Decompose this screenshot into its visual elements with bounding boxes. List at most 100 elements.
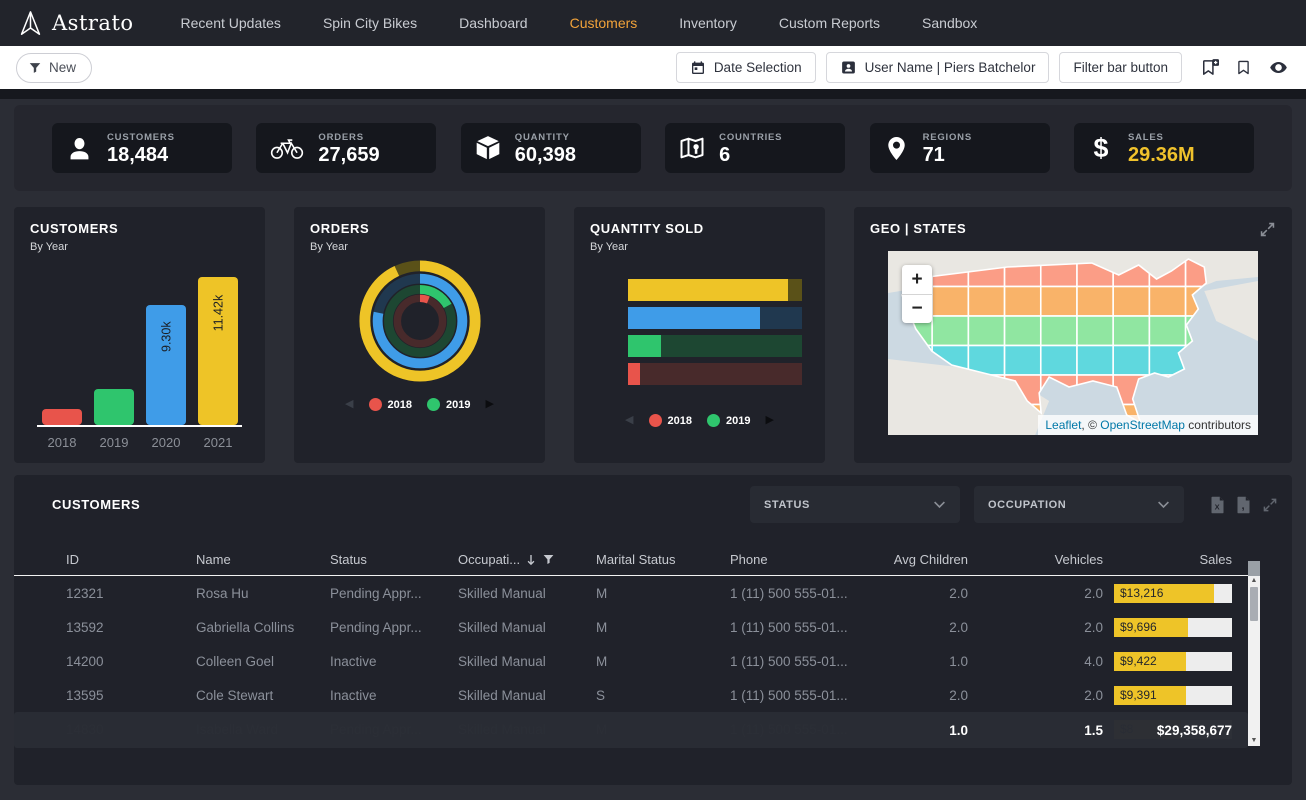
sales-value: $9,391	[1120, 686, 1157, 705]
totals-avg-children: 1.0	[860, 723, 968, 738]
legend-item-2019[interactable]: 2019	[427, 398, 470, 411]
column-header-id[interactable]: ID	[66, 552, 196, 567]
nav-item-inventory[interactable]: Inventory	[658, 0, 758, 46]
nav-item-spin-city-bikes[interactable]: Spin City Bikes	[302, 0, 438, 46]
cell-status: Inactive	[330, 654, 458, 669]
nav-item-customers[interactable]: Customers	[549, 0, 659, 46]
column-header-maritalstatus[interactable]: Marital Status	[596, 552, 730, 567]
column-header-status[interactable]: Status	[330, 552, 458, 567]
kpi-value: 18,484	[107, 145, 175, 165]
export-excel-icon[interactable]: X	[1210, 496, 1225, 514]
bar-2018[interactable]	[42, 409, 82, 425]
scrollbar-top-segment[interactable]	[1248, 561, 1260, 576]
x-axis-tick: 2021	[204, 435, 233, 450]
column-header-avgchildren[interactable]: Avg Children	[860, 552, 968, 567]
sales-value: $9,422	[1120, 652, 1157, 671]
bar-2019[interactable]	[94, 389, 134, 425]
filter-funnel-icon[interactable]	[542, 553, 555, 566]
table-header-row: IDNameStatusOccupati... Marital StatusPho…	[14, 544, 1248, 576]
cell-occupation: Skilled Manual	[458, 688, 596, 703]
status-filter-dropdown[interactable]: STATUS	[750, 486, 960, 523]
kpi-value: 29.36M	[1128, 145, 1195, 165]
cell-occupation: Skilled Manual	[458, 586, 596, 601]
table-row[interactable]: 14200Colleen GoelInactiveSkilled ManualM…	[14, 644, 1248, 678]
table-row[interactable]: 13595Cole StewartInactiveSkilled ManualS…	[14, 678, 1248, 712]
cell-status: Inactive	[330, 688, 458, 703]
hbar-2019[interactable]	[628, 335, 802, 357]
column-header-occupati[interactable]: Occupati...	[458, 552, 596, 567]
bookmark-icon[interactable]	[1235, 57, 1252, 78]
cell-avg_children: 1.0	[860, 654, 968, 669]
column-header-label: Occupati...	[458, 552, 520, 567]
cell-sales: $9,391	[1103, 686, 1232, 705]
legend-next-icon[interactable]: ▶	[485, 399, 493, 410]
column-header-vehicles[interactable]: Vehicles	[968, 552, 1103, 567]
scrollbar-thumb[interactable]	[1250, 587, 1258, 621]
orders-donut-chart[interactable]	[310, 257, 529, 385]
hbar-2020[interactable]	[628, 307, 802, 329]
cell-vehicles: 2.0	[968, 586, 1103, 601]
column-header-sales[interactable]: Sales	[1103, 552, 1232, 567]
legend-prev-icon[interactable]: ◀	[625, 415, 633, 426]
leaflet-link[interactable]: Leaflet	[1045, 418, 1081, 432]
scroll-up-arrow-icon[interactable]: ▲	[1251, 576, 1258, 586]
kpi-value: 6	[719, 145, 782, 165]
user-name-button[interactable]: User Name | Piers Batchelor	[826, 52, 1050, 83]
scroll-down-arrow-icon[interactable]: ▼	[1251, 736, 1258, 746]
us-states-choropleth[interactable]	[888, 251, 1258, 435]
nav-item-custom-reports[interactable]: Custom Reports	[758, 0, 901, 46]
filter-bar-button[interactable]: Filter bar button	[1059, 52, 1182, 83]
nav-item-dashboard[interactable]: Dashboard	[438, 0, 549, 46]
zoom-out-button[interactable]: −	[902, 295, 932, 324]
bicycle-icon	[269, 135, 305, 161]
column-header-label: Sales	[1199, 552, 1232, 567]
customers-bar-chart[interactable]: 9.30k11.42k2018201920202021	[30, 253, 249, 460]
expand-icon[interactable]	[1259, 221, 1276, 238]
nav-item-recent-updates[interactable]: Recent Updates	[160, 0, 302, 46]
zoom-in-button[interactable]: +	[902, 265, 932, 294]
legend-item-2018[interactable]: 2018	[649, 414, 692, 427]
expand-icon[interactable]	[1262, 497, 1278, 513]
column-header-name[interactable]: Name	[196, 552, 330, 567]
x-axis-tick: 2019	[100, 435, 129, 450]
map-zoom-control: + −	[902, 265, 932, 323]
table-scrollbar[interactable]: ▲ ▼	[1248, 561, 1260, 746]
astrato-logo-icon	[18, 10, 43, 37]
legend-prev-icon[interactable]: ◀	[345, 399, 353, 410]
date-selection-button[interactable]: Date Selection	[676, 52, 816, 83]
hbar-2021[interactable]	[628, 279, 802, 301]
column-header-phone[interactable]: Phone	[730, 552, 860, 567]
eye-icon[interactable]	[1267, 58, 1290, 77]
table-row[interactable]: 13592Gabriella CollinsPending Appr...Ski…	[14, 610, 1248, 644]
bookmark-add-icon[interactable]	[1200, 57, 1220, 78]
legend-next-icon[interactable]: ▶	[765, 415, 773, 426]
legend-item-2018[interactable]: 2018	[369, 398, 412, 411]
hbar-fill	[628, 307, 760, 329]
chart-title: ORDERS	[310, 221, 529, 236]
hbar-2018[interactable]	[628, 363, 802, 385]
hbar-fill	[628, 279, 788, 301]
leaflet-map[interactable]: + − Leaflet, © OpenStreetMap contributor…	[888, 251, 1258, 435]
occupation-filter-dropdown[interactable]: OCCUPATION	[974, 486, 1184, 523]
nav-item-sandbox[interactable]: Sandbox	[901, 0, 998, 46]
sort-down-icon[interactable]	[526, 554, 536, 566]
openstreetmap-link[interactable]: OpenStreetMap	[1100, 418, 1185, 432]
kpi-tile-quantity: QUANTITY60,398	[461, 123, 641, 173]
export-csv-icon[interactable]: ,	[1236, 496, 1251, 514]
app-logo: Astrato	[18, 10, 134, 37]
kpi-value: 71	[923, 145, 972, 165]
new-filter-button[interactable]: New	[16, 53, 92, 83]
legend-item-2019[interactable]: 2019	[707, 414, 750, 427]
app-title: Astrato	[52, 11, 134, 35]
cell-occupation: Skilled Manual	[458, 620, 596, 635]
hbar-fill	[628, 335, 661, 357]
top-nav: Astrato Recent UpdatesSpin City BikesDas…	[0, 0, 1306, 46]
map-icon	[678, 134, 706, 162]
quantity-hbar-chart[interactable]	[628, 279, 802, 385]
sales-value: $13,216	[1120, 584, 1163, 603]
cell-vehicles: 4.0	[968, 654, 1103, 669]
map-attribution: Leaflet, © OpenStreetMap contributors	[1038, 415, 1258, 435]
column-header-label: Vehicles	[1055, 552, 1103, 567]
table-row[interactable]: 12321Rosa HuPending Appr...Skilled Manua…	[14, 576, 1248, 610]
kpi-tile-orders: ORDERS27,659	[256, 123, 436, 173]
